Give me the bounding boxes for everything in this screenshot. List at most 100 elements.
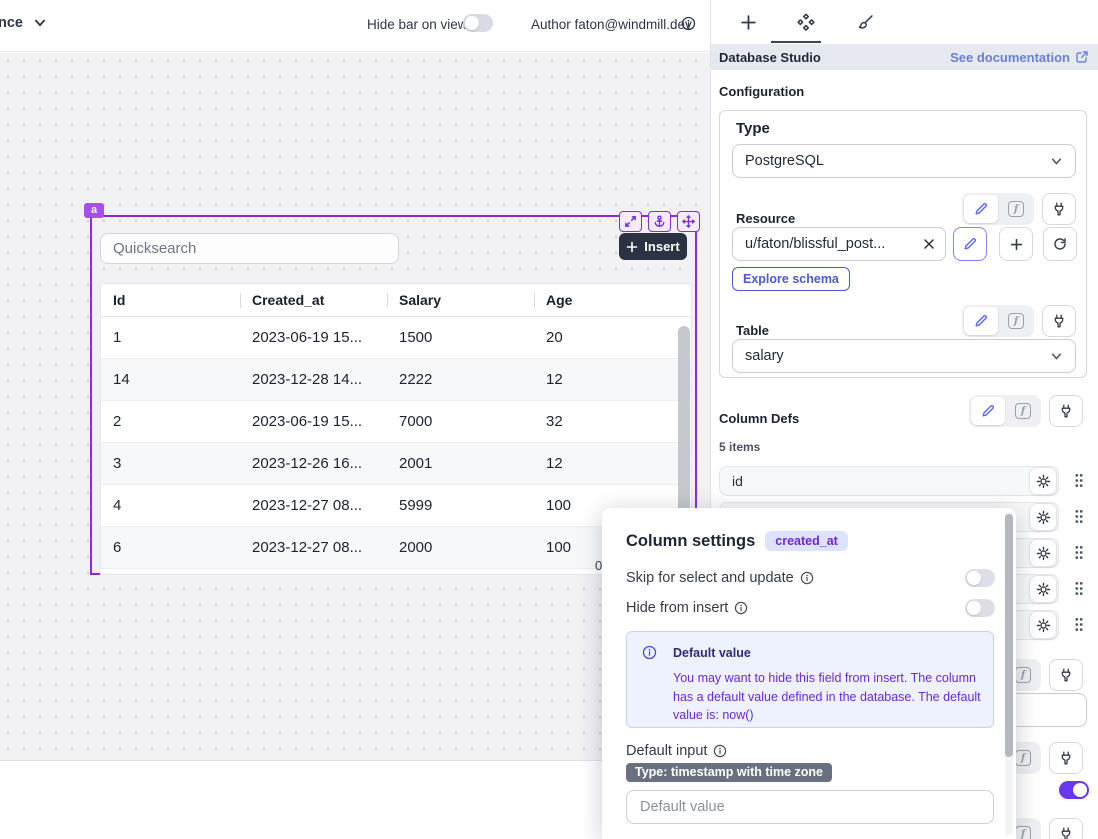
setting-toggle-on[interactable] <box>1059 781 1089 799</box>
gear-icon <box>1036 510 1051 525</box>
column-defs-mode-segment <box>969 395 1041 427</box>
move-component-button[interactable] <box>677 211 700 232</box>
table-row[interactable]: 1 2023-06-19 15... 1500 20 <box>101 317 691 359</box>
column-settings-button[interactable] <box>1029 539 1057 567</box>
popover-scrollbar[interactable] <box>1005 514 1013 757</box>
pencil-icon <box>974 202 988 216</box>
tab-styling[interactable] <box>851 9 877 35</box>
plug-icon <box>1059 668 1073 682</box>
default-input-label: Default input <box>626 743 707 759</box>
table-scrollbar[interactable] <box>678 326 690 524</box>
create-resource-button[interactable] <box>999 227 1033 261</box>
explore-schema-button[interactable]: Explore schema <box>732 267 850 291</box>
toggle-knob <box>465 16 479 30</box>
cell: 2222 <box>387 359 534 400</box>
configuration-heading: Configuration <box>719 84 804 99</box>
column-settings-button[interactable] <box>1029 575 1057 603</box>
table-row[interactable]: 14 2023-12-28 14... 2222 12 <box>101 359 691 401</box>
column-settings-button[interactable] <box>1029 611 1057 639</box>
cell: 1 <box>101 317 240 358</box>
connect-setting-button[interactable] <box>1049 818 1083 839</box>
hide-bar-label: Hide bar on view <box>367 17 468 32</box>
table-row[interactable]: 3 2023-12-26 16... 2001 12 <box>101 443 691 485</box>
info-icon[interactable] <box>681 16 696 31</box>
components-icon <box>797 13 815 31</box>
selected-tab-underline <box>771 41 821 43</box>
component-type-bar: Database Studio See documentation <box>711 44 1098 70</box>
expression-mode-button[interactable] <box>1000 307 1032 335</box>
insert-row-button[interactable]: Insert <box>619 233 687 260</box>
tab-insert-component[interactable] <box>735 9 761 35</box>
info-icon[interactable] <box>734 601 748 615</box>
drag-handle-icon[interactable] <box>1074 617 1084 632</box>
explore-schema-label: Explore schema <box>743 272 839 286</box>
type-select[interactable]: PostgreSQL <box>732 144 1076 178</box>
info-icon[interactable] <box>800 571 814 585</box>
plug-icon <box>1052 202 1066 216</box>
tab-component-settings[interactable] <box>793 9 819 35</box>
default-value-info-box: Default value You may want to hide this … <box>626 631 994 728</box>
column-settings-button[interactable] <box>1029 467 1057 495</box>
cell: 2023-06-19 15... <box>240 317 387 358</box>
expression-mode-button[interactable] <box>1007 397 1039 425</box>
hide-from-insert-toggle[interactable] <box>965 599 995 617</box>
refresh-icon <box>1053 237 1067 251</box>
cell: 2000 <box>387 527 534 568</box>
static-mode-button[interactable] <box>964 195 998 223</box>
column-settings-button[interactable] <box>1029 503 1057 531</box>
static-mode-button[interactable] <box>964 307 998 335</box>
connect-table-button[interactable] <box>1042 305 1076 337</box>
connect-resource-button[interactable] <box>1042 193 1076 225</box>
cell: 2023-12-28 14... <box>240 359 387 400</box>
chevron-down-icon <box>1050 155 1063 168</box>
clear-icon[interactable] <box>923 238 935 250</box>
cell: 7000 <box>387 401 534 442</box>
table-label: Table <box>736 323 769 338</box>
connect-setting-button[interactable] <box>1049 659 1083 691</box>
drag-handle-icon[interactable] <box>1074 473 1084 488</box>
drag-handle-icon[interactable] <box>1074 581 1084 596</box>
table-row[interactable]: 2 2023-06-19 15... 7000 32 <box>101 401 691 443</box>
column-name-field[interactable]: id <box>719 466 1059 496</box>
column-header[interactable]: Id <box>101 284 240 316</box>
plug-icon <box>1059 751 1073 765</box>
drag-handle-icon[interactable] <box>1074 509 1084 524</box>
pencil-icon <box>974 314 988 328</box>
column-header[interactable]: Age <box>534 284 680 316</box>
doc-link-label: See documentation <box>950 50 1070 65</box>
info-icon[interactable] <box>713 744 727 758</box>
hide-toggle-label: Hide from insert <box>626 600 728 616</box>
hide-bar-toggle[interactable] <box>463 14 493 32</box>
cell: 1500 <box>387 317 534 358</box>
app-name-dropdown[interactable]: nce <box>0 15 47 31</box>
expand-component-button[interactable] <box>619 211 642 232</box>
plus-icon <box>1010 238 1023 251</box>
quicksearch-input[interactable] <box>100 233 399 264</box>
resource-label: Resource <box>736 211 795 226</box>
connect-setting-button[interactable] <box>1049 742 1083 774</box>
refresh-resource-button[interactable] <box>1043 227 1077 261</box>
info-box-title: Default value <box>673 646 751 660</box>
cell: 5999 <box>387 485 534 526</box>
resource-path-field[interactable]: u/faton/blissful_post... <box>732 227 946 261</box>
column-header[interactable]: Created_at <box>240 284 387 316</box>
static-mode-button[interactable] <box>971 397 1005 425</box>
skip-select-update-toggle[interactable] <box>965 569 995 587</box>
cell: 2023-12-27 08... <box>240 527 387 568</box>
cell: 14 <box>101 359 240 400</box>
edit-resource-button[interactable] <box>953 227 987 261</box>
configuration-box: Type PostgreSQL Resource <box>719 110 1087 378</box>
cell: 12 <box>534 443 680 484</box>
expression-mode-button[interactable] <box>1000 195 1032 223</box>
drag-handle-icon[interactable] <box>1074 545 1084 560</box>
see-documentation-link[interactable]: See documentation <box>950 50 1089 65</box>
plus-icon <box>626 241 638 253</box>
pencil-icon <box>963 237 977 251</box>
default-value-input[interactable] <box>626 790 994 824</box>
column-def-item[interactable]: id <box>719 466 1087 496</box>
anchor-component-button[interactable] <box>648 211 671 232</box>
column-header[interactable]: Salary <box>387 284 534 316</box>
column-settings-popover: Column settings created_at Skip for sele… <box>602 508 1016 839</box>
table-select[interactable]: salary <box>732 339 1076 373</box>
connect-column-defs-button[interactable] <box>1049 395 1083 427</box>
